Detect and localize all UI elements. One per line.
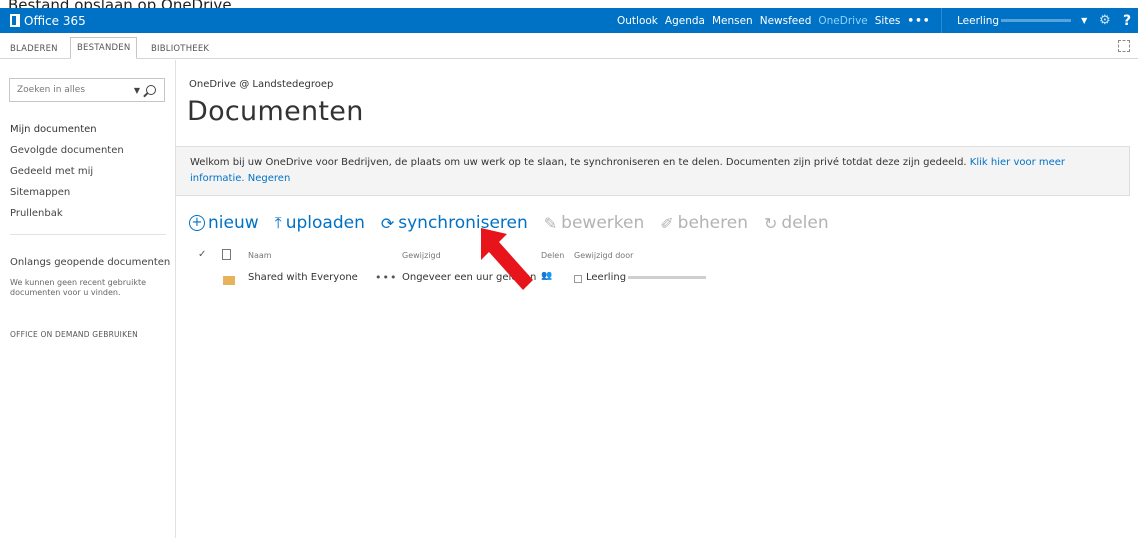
manage-label: beheren	[677, 213, 748, 233]
row-modified-by-redacted	[628, 275, 707, 279]
row-name-link[interactable]: Shared with Everyone	[248, 272, 358, 283]
office-on-demand-link[interactable]: OFFICE ON DEMAND GEBRUIKEN	[10, 330, 138, 339]
nav-prullenbak[interactable]: Prullenbak	[10, 208, 63, 219]
row-modified-by-text: Leerling	[586, 272, 627, 283]
folder-icon	[223, 276, 235, 285]
search-icon[interactable]	[146, 85, 156, 95]
page-title: Documenten	[187, 96, 364, 127]
column-header-modified-by[interactable]: Gewijzigd door	[574, 251, 633, 260]
nav-mijn-documenten[interactable]: Mijn documenten	[10, 124, 97, 135]
sync-icon: ⟳	[380, 213, 395, 233]
suite-nav-mensen[interactable]: Mensen	[712, 15, 753, 27]
nav-gevolgde-documenten[interactable]: Gevolgde documenten	[10, 145, 124, 156]
new-button[interactable]: + nieuw	[189, 213, 259, 233]
help-button[interactable]: ?	[1123, 8, 1131, 33]
row-modified-by[interactable]: Leerling	[586, 272, 707, 283]
tab-bladeren[interactable]: BLADEREN	[4, 37, 64, 60]
recent-documents-empty-text: We kunnen geen recent gebruikte document…	[10, 278, 147, 297]
gear-icon[interactable]: ⚙	[1099, 8, 1111, 33]
brand-label: Office 365	[24, 13, 86, 28]
red-arrow-shape	[481, 228, 533, 290]
people-icon[interactable]: 👥	[541, 271, 552, 281]
user-name: Leerling	[957, 14, 1000, 27]
nav-divider	[10, 234, 166, 235]
welcome-banner: Welkom bij uw OneDrive voor Bedrijven, d…	[175, 146, 1130, 196]
suite-bar: Office 365 Outlook Agenda Mensen Newsfee…	[0, 8, 1138, 33]
suite-nav-outlook[interactable]: Outlook	[617, 15, 658, 27]
suite-nav-newsfeed[interactable]: Newsfeed	[760, 15, 812, 27]
share-label: delen	[781, 213, 829, 233]
chevron-down-icon: ▼	[1081, 16, 1088, 25]
edit-button[interactable]: ✎ bewerken	[544, 213, 644, 233]
suite-nav: Outlook Agenda Mensen Newsfeed OneDrive …	[617, 8, 948, 33]
banner-dismiss-link[interactable]: Negeren	[248, 173, 291, 184]
new-label: nieuw	[208, 213, 259, 233]
suite-nav-divider	[940, 8, 942, 33]
recent-documents-heading: Onlangs geopende documenten	[10, 257, 171, 268]
column-header-modified[interactable]: Gewijzigd	[402, 251, 441, 260]
wrench-icon: ✐	[660, 213, 674, 233]
ribbon: BLADEREN BESTANDEN BIBLIOTHEEK	[0, 33, 1138, 59]
edit-label: bewerken	[561, 213, 645, 233]
office365-brand[interactable]: Office 365	[0, 14, 86, 28]
tab-bestanden[interactable]: BESTANDEN	[70, 37, 138, 59]
tab-bibliotheek[interactable]: BIBLIOTHEEK	[145, 37, 215, 60]
pencil-icon: ✎	[543, 213, 558, 233]
column-header-share[interactable]: Delen	[541, 251, 564, 260]
select-all-checkbox[interactable]: ✓	[198, 249, 206, 260]
user-menu[interactable]: Leerling ▼	[957, 8, 1103, 33]
left-navigation: Zoeken in alles ▼ Mijn documenten Gevolg…	[0, 60, 176, 538]
office-logo-icon	[10, 14, 20, 27]
upload-button[interactable]: ⤒ uploaden	[275, 213, 365, 233]
focus-content-icon[interactable]	[1118, 40, 1130, 52]
row-more-options-button[interactable]: •••	[375, 271, 397, 284]
user-name-redacted	[1001, 19, 1072, 22]
upload-label: uploaden	[285, 213, 365, 233]
share-button[interactable]: ↻ delen	[764, 213, 829, 233]
suite-nav-more[interactable]: •••	[907, 15, 930, 27]
suite-nav-sites[interactable]: Sites	[875, 15, 901, 27]
search-input[interactable]: Zoeken in alles	[10, 85, 134, 95]
banner-text: Welkom bij uw OneDrive voor Bedrijven, d…	[190, 157, 967, 168]
breadcrumb[interactable]: OneDrive @ Landstedegroep	[189, 79, 333, 90]
banner-more-info-link-text-2: informatie.	[190, 173, 245, 184]
search-scope-dropdown-icon[interactable]: ▼	[134, 86, 140, 95]
red-arrow-annotation	[481, 228, 533, 290]
nav-gedeeld-met-mij[interactable]: Gedeeld met mij	[10, 166, 93, 177]
plus-circle-icon: +	[189, 215, 205, 231]
column-header-name[interactable]: Naam	[248, 251, 272, 260]
presence-indicator	[574, 275, 582, 283]
document-type-icon	[222, 249, 231, 260]
page: Bestand opslaan op OneDrive Office 365 O…	[0, 0, 1138, 538]
suite-nav-onedrive[interactable]: OneDrive	[818, 15, 867, 27]
search-box[interactable]: Zoeken in alles ▼	[9, 78, 165, 102]
banner-more-info-link-text: Klik hier voor meer	[969, 157, 1066, 168]
suite-nav-agenda[interactable]: Agenda	[665, 15, 705, 27]
upload-icon: ⤒	[274, 213, 282, 232]
share-icon: ↻	[764, 213, 778, 233]
nav-sitemappen[interactable]: Sitemappen	[10, 187, 70, 198]
manage-button[interactable]: ✐ beheren	[660, 213, 748, 233]
